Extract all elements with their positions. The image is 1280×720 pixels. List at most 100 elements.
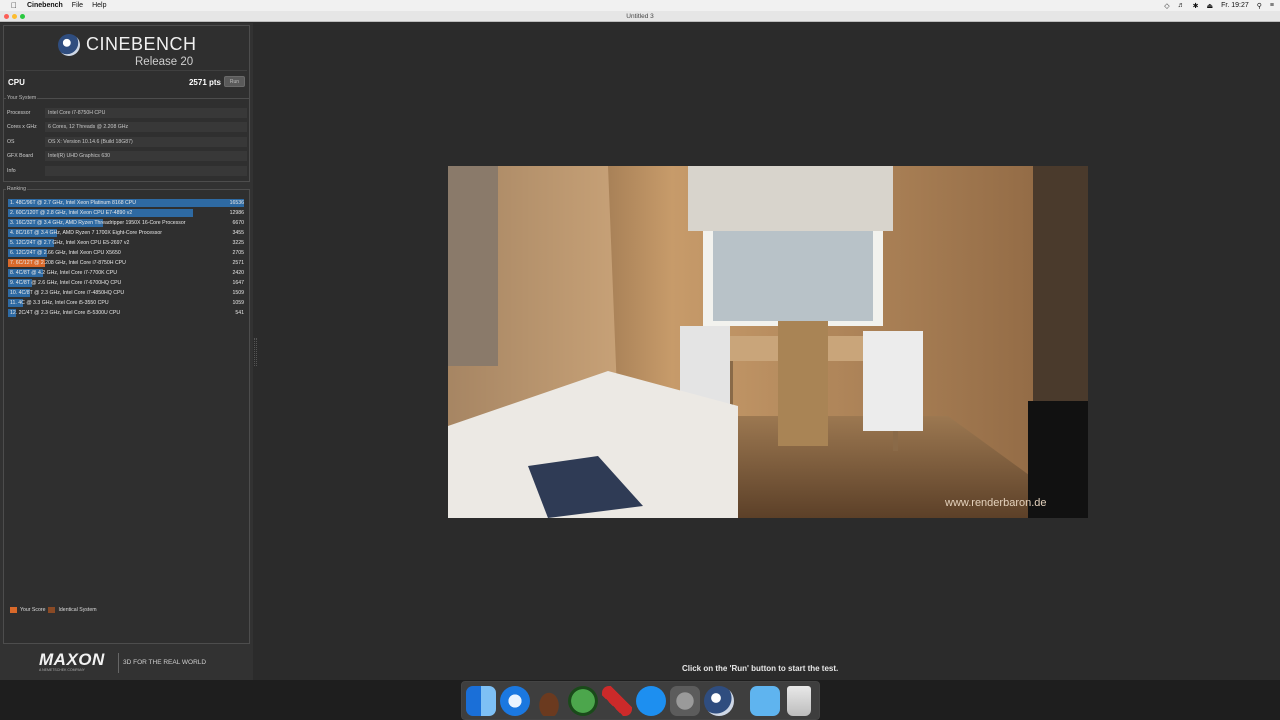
maxon-tagline: 3D FOR THE REAL WORLD [123,659,207,666]
app-store-icon[interactable] [636,686,666,716]
ranking-score: 2420 [232,270,244,276]
zoom-window-button[interactable] [20,14,25,19]
ranking-label: 2. 60C/120T @ 2.8 GHz, Intel Xeon CPU E7… [10,210,133,216]
ranking-row[interactable]: 6. 12C/24T @ 2.66 GHz, Intel Xeon CPU X5… [8,249,244,257]
row-key: Processor [7,110,31,116]
close-window-button[interactable] [4,14,9,19]
apple-icon[interactable]:  [11,1,19,10]
ranking-score: 16536 [229,200,244,206]
maxon-logo: MAXON [39,650,105,669]
brand-title: CINEBENCH [86,34,197,54]
ranking-row[interactable]: 2. 60C/120T @ 2.8 GHz, Intel Xeon CPU E7… [8,209,244,217]
info-field[interactable] [45,166,247,176]
ranking-label: 1. 48C/96T @ 2.7 GHz, Intel Xeon Platinu… [10,200,136,206]
row-key: Info [7,168,16,174]
tool-app-icon[interactable] [602,686,632,716]
cinebench-icon[interactable] [704,686,734,716]
trash-icon[interactable] [787,686,811,716]
row-key: GFX Board [7,153,33,159]
menu-file[interactable]: File [72,2,83,9]
ranking-row[interactable]: 4. 8C/16T @ 3.4 GHz, AMD Ryzen 7 1700X E… [8,229,244,237]
ranking-row[interactable]: 3. 16C/32T @ 3.4 GHz, AMD Ryzen Threadri… [8,219,244,227]
status-hint: Click on the 'Run' button to start the t… [682,664,839,673]
panel-resize-handle[interactable] [254,338,257,366]
identical-system-swatch [48,607,56,613]
hat-app-icon[interactable] [534,686,564,716]
row-key: Cores x GHz [7,124,37,130]
ranking-row[interactable]: 11. 4C @ 3.3 GHz, Intel Core i5-3550 CPU… [8,299,244,307]
ranking-score: 1059 [232,300,244,306]
ranking-label: 4. 8C/16T @ 3.4 GHz, AMD Ryzen 7 1700X E… [10,230,162,236]
ranking-score: 2705 [232,250,244,256]
row-key: OS [7,139,15,145]
legend-your-score: Your Score [20,607,46,613]
clock[interactable]: Fr. 19:27 [1221,2,1249,9]
ranking-title: Ranking [6,186,28,192]
minimize-window-button[interactable] [12,14,17,19]
your-system-title: Your System [6,95,38,101]
run-button[interactable]: Run [224,76,245,87]
render-viewport: www.renderbaron.de [448,166,1088,518]
window-titlebar: Untitled 3 [0,11,1280,22]
ranking-legend: Your Score Identical System [10,607,97,613]
downloads-folder-icon[interactable] [750,686,780,716]
menu-app-name[interactable]: Cinebench [27,2,63,9]
ranking-score: 1647 [232,280,244,286]
ranking-row[interactable]: 10. 4C/8T @ 2.3 GHz, Intel Core i7-4850H… [8,289,244,297]
ranking-label: 3. 16C/32T @ 3.4 GHz, AMD Ryzen Threadri… [10,220,186,226]
ranking-score: 3225 [232,240,244,246]
row-value: OS X: Version 10.14.6 (Build 18G87) [45,137,247,147]
menu-help[interactable]: Help [92,2,106,9]
volume-icon[interactable]: ♬ [1178,2,1185,9]
ranking-label: 6. 12C/24T @ 2.66 GHz, Intel Xeon CPU X5… [10,250,121,256]
row-value: Intel(R) UHD Graphics 630 [45,151,247,161]
score-value: 2571 pts [188,78,221,87]
ranking-label: 12. 2C/4T @ 2.3 GHz, Intel Core i5-5300U… [10,310,121,316]
release-label: Release 20 [135,56,194,68]
left-panel: CINEBENCH Release 20 CPU 2571 pts Run Yo… [0,23,253,680]
ranking-label: 7. 6C/12T @ 2.208 GHz, Intel Core i7-875… [10,260,126,266]
legend-identical-system: Identical System [58,607,97,613]
rendered-room-image: www.renderbaron.de [448,166,1088,518]
ranking-row[interactable]: 9. 4C/8T @ 2.6 GHz, Intel Core i7-6700HQ… [8,279,244,287]
maxon-sub: A NEMETSCHEK COMPANY [39,668,85,672]
ranking-row[interactable]: 8. 4C/8T @ 4.2 GHz, Intel Core i7-7700K … [8,269,244,277]
footer-divider [118,653,119,673]
ranking-score: 541 [235,310,244,316]
cinebench-logo-icon [58,34,80,56]
ranking-label: 9. 4C/8T @ 2.6 GHz, Intel Core i7-6700HQ… [10,280,122,286]
wifi-icon[interactable]: ◇ [1164,2,1169,10]
ranking-score: 12986 [229,210,244,216]
row-value: Intel Core i7-8750H CPU [45,108,247,118]
row-value: 6 Cores, 12 Threads @ 2.208 GHz [45,122,247,132]
ranking-score: 2571 [232,260,244,266]
ranking-label: 10. 4C/8T @ 2.3 GHz, Intel Core i7-4850H… [10,290,125,296]
menu-bar:  Cinebench File Help ◇ ♬ ✱ ⏏ Fr. 19:27 … [0,0,1280,11]
finder-icon[interactable] [466,686,496,716]
ranking-row[interactable]: 12. 2C/4T @ 2.3 GHz, Intel Core i5-5300U… [8,309,244,317]
render-watermark: www.renderbaron.de [944,497,1047,509]
dock [461,681,820,720]
maxon-footer: MAXON A NEMETSCHEK COMPANY 3D FOR THE RE… [3,648,250,678]
ranking-row[interactable]: 1. 48C/96T @ 2.7 GHz, Intel Xeon Platinu… [8,199,244,207]
ranking-row[interactable]: 7. 6C/12T @ 2.208 GHz, Intel Core i7-875… [8,259,244,267]
eject-icon[interactable]: ⏏ [1207,2,1214,10]
ranking-row[interactable]: 5. 12C/24T @ 2.7 GHz, Intel Xeon CPU E5-… [8,239,244,247]
bluetooth-icon[interactable]: ✱ [1193,2,1199,10]
ranking-label: 5. 12C/24T @ 2.7 GHz, Intel Xeon CPU E5-… [10,240,130,246]
safari-icon[interactable] [500,686,530,716]
test-label: CPU [8,78,25,87]
ranking-score: 1509 [232,290,244,296]
ranking-label: 11. 4C @ 3.3 GHz, Intel Core i5-3550 CPU [10,300,109,306]
window-title: Untitled 3 [626,13,654,20]
spotlight-icon[interactable]: ⚲ [1257,2,1262,10]
globe-app-icon[interactable] [568,686,598,716]
your-system-box: Your System Processor Intel Core i7-8750… [3,95,250,182]
ranking-box: Ranking 1. 48C/96T @ 2.7 GHz, Intel Xeon… [3,186,250,644]
ranking-label: 8. 4C/8T @ 4.2 GHz, Intel Core i7-7700K … [10,270,117,276]
ranking-score: 6670 [232,220,244,226]
divider [6,70,247,71]
your-score-swatch [10,607,17,613]
system-preferences-icon[interactable] [670,686,700,716]
notification-center-icon[interactable]: ≡ [1270,2,1274,9]
